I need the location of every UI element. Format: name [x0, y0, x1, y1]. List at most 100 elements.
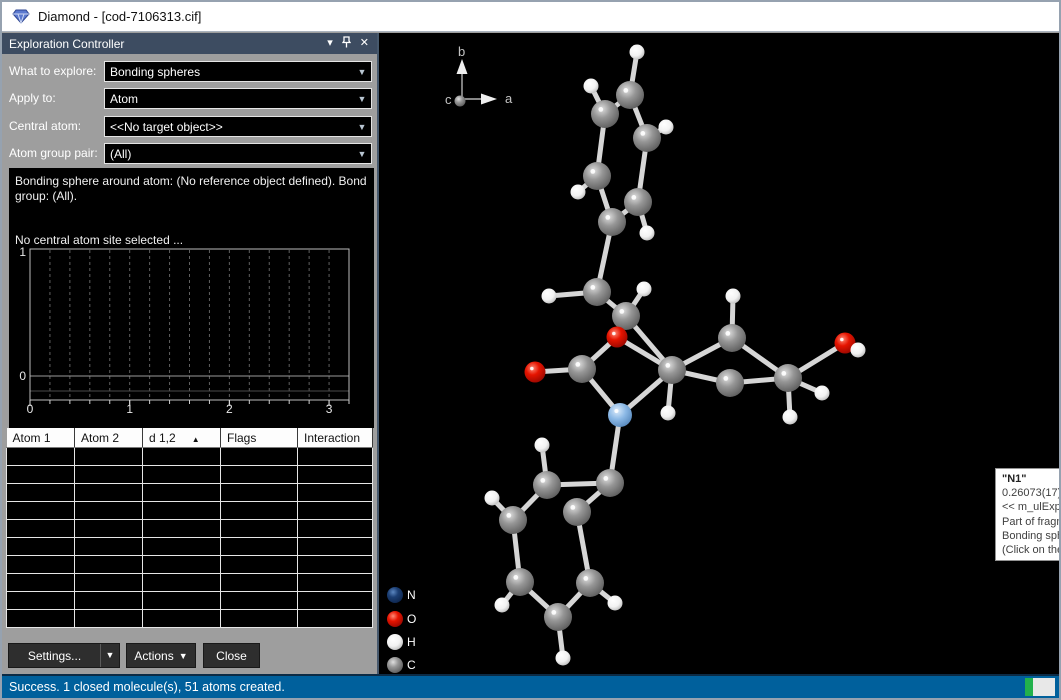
legend-sphere-H [387, 634, 403, 650]
column-header-interaction[interactable]: Interaction [298, 428, 373, 448]
table-cell [143, 502, 221, 520]
atom-C[interactable] [544, 603, 572, 631]
specular-highlight [623, 88, 628, 93]
atom-H[interactable] [661, 406, 676, 421]
atom-H[interactable] [851, 343, 866, 358]
column-header-d12[interactable]: d 1,2▲ [143, 428, 221, 448]
atom-N1-selected[interactable] [608, 403, 632, 427]
specular-highlight [506, 513, 511, 518]
atom-C[interactable] [633, 124, 661, 152]
central-atom-select[interactable]: <<No target object>> ▼ [104, 116, 372, 137]
table-cell [75, 592, 143, 610]
atom-C[interactable] [583, 278, 611, 306]
status-bar: Success. 1 closed molecule(s), 51 atoms … [2, 676, 1059, 698]
atom-H[interactable] [659, 120, 674, 135]
atom-H[interactable] [571, 185, 586, 200]
atom-H[interactable] [630, 45, 645, 60]
chevron-down-icon[interactable]: ▼ [353, 149, 371, 159]
atom-O[interactable] [607, 327, 628, 348]
axis-b-arrowhead [457, 59, 468, 74]
column-header-atom1[interactable]: Atom 1 [7, 428, 75, 448]
svg-label: 3 [326, 402, 333, 416]
chevron-down-icon[interactable]: ▼ [353, 67, 371, 77]
atom-C[interactable] [583, 162, 611, 190]
table-cell [298, 502, 373, 520]
atom-H[interactable] [495, 598, 510, 613]
table-row[interactable] [7, 448, 373, 466]
table-cell [7, 556, 75, 574]
table-cell [221, 520, 298, 538]
close-button[interactable]: Close [203, 643, 260, 668]
atom-C[interactable] [612, 302, 640, 330]
specular-highlight [570, 505, 575, 510]
atom-H[interactable] [637, 282, 652, 297]
pin-icon[interactable] [342, 36, 351, 51]
table-row[interactable] [7, 538, 373, 556]
table-row[interactable] [7, 484, 373, 502]
close-icon[interactable]: ✕ [360, 38, 369, 49]
table-row[interactable] [7, 520, 373, 538]
chevron-down-icon[interactable]: ▼ [353, 122, 371, 132]
table-cell [143, 520, 221, 538]
table-row[interactable] [7, 592, 373, 610]
table-cell [75, 502, 143, 520]
atom-C[interactable] [591, 100, 619, 128]
table-cell [298, 448, 373, 466]
atom-H[interactable] [584, 79, 599, 94]
settings-dropdown-chevron-icon[interactable]: ▼ [100, 644, 119, 667]
what-to-explore-select[interactable]: Bonding spheres ▼ [104, 61, 372, 82]
svg-label: a [505, 91, 513, 106]
specular-highlight [665, 363, 670, 368]
atom-H[interactable] [535, 438, 550, 453]
atom-C[interactable] [576, 569, 604, 597]
atom-O[interactable] [525, 362, 546, 383]
column-header-atom2[interactable]: Atom 2 [75, 428, 143, 448]
atom-C[interactable] [568, 355, 596, 383]
atom-C[interactable] [563, 498, 591, 526]
atom-C[interactable] [598, 208, 626, 236]
atom-C[interactable] [506, 568, 534, 596]
atom-C[interactable] [596, 469, 624, 497]
specular-highlight [603, 476, 608, 481]
table-header-row: Atom 1 Atom 2 d 1,2▲ Flags Interaction [7, 428, 373, 448]
specular-highlight [575, 362, 580, 367]
panel-menu-chevron-icon[interactable]: ▾ [327, 38, 333, 49]
atom-C[interactable] [716, 369, 744, 397]
actions-button[interactable]: Actions ▼ [126, 643, 196, 668]
atom-H[interactable] [485, 491, 500, 506]
atom-C[interactable] [533, 471, 561, 499]
table-row[interactable] [7, 574, 373, 592]
atom-H[interactable] [640, 226, 655, 241]
atom-C[interactable] [616, 81, 644, 109]
apply-to-select[interactable]: Atom ▼ [104, 88, 372, 109]
chevron-down-icon[interactable]: ▼ [353, 94, 371, 104]
table-cell [298, 610, 373, 628]
table-cell [7, 484, 75, 502]
title-bar: Diamond - [cod-7106313.cif] [2, 2, 1059, 32]
table-cell [221, 466, 298, 484]
atom-H[interactable] [783, 410, 798, 425]
atom-H[interactable] [726, 289, 741, 304]
panel-header[interactable]: Exploration Controller ▾ ✕ [2, 33, 377, 54]
table-row[interactable] [7, 502, 373, 520]
atom-H[interactable] [556, 651, 571, 666]
atom-H[interactable] [608, 596, 623, 611]
atom-H[interactable] [815, 386, 830, 401]
structure-viewport[interactable]: bacNOHC "N1" 0.26073(17), 0.19146(9), 0.… [377, 33, 1059, 674]
bond-list-table[interactable]: Atom 1 Atom 2 d 1,2▲ Flags Interaction [6, 428, 373, 628]
specular-highlight [598, 107, 603, 112]
atom-C[interactable] [718, 324, 746, 352]
atom-H[interactable] [542, 289, 557, 304]
table-row[interactable] [7, 556, 373, 574]
atom-C[interactable] [774, 364, 802, 392]
table-row[interactable] [7, 610, 373, 628]
structure-scene[interactable]: bacNOHC [379, 33, 1059, 674]
atom-C[interactable] [624, 188, 652, 216]
table-row[interactable] [7, 466, 373, 484]
settings-button[interactable]: Settings... ▼ [8, 643, 120, 668]
atom-C[interactable] [499, 506, 527, 534]
column-header-flags[interactable]: Flags [221, 428, 298, 448]
table-cell [143, 448, 221, 466]
atom-group-pair-select[interactable]: (All) ▼ [104, 143, 372, 164]
atom-C[interactable] [658, 356, 686, 384]
